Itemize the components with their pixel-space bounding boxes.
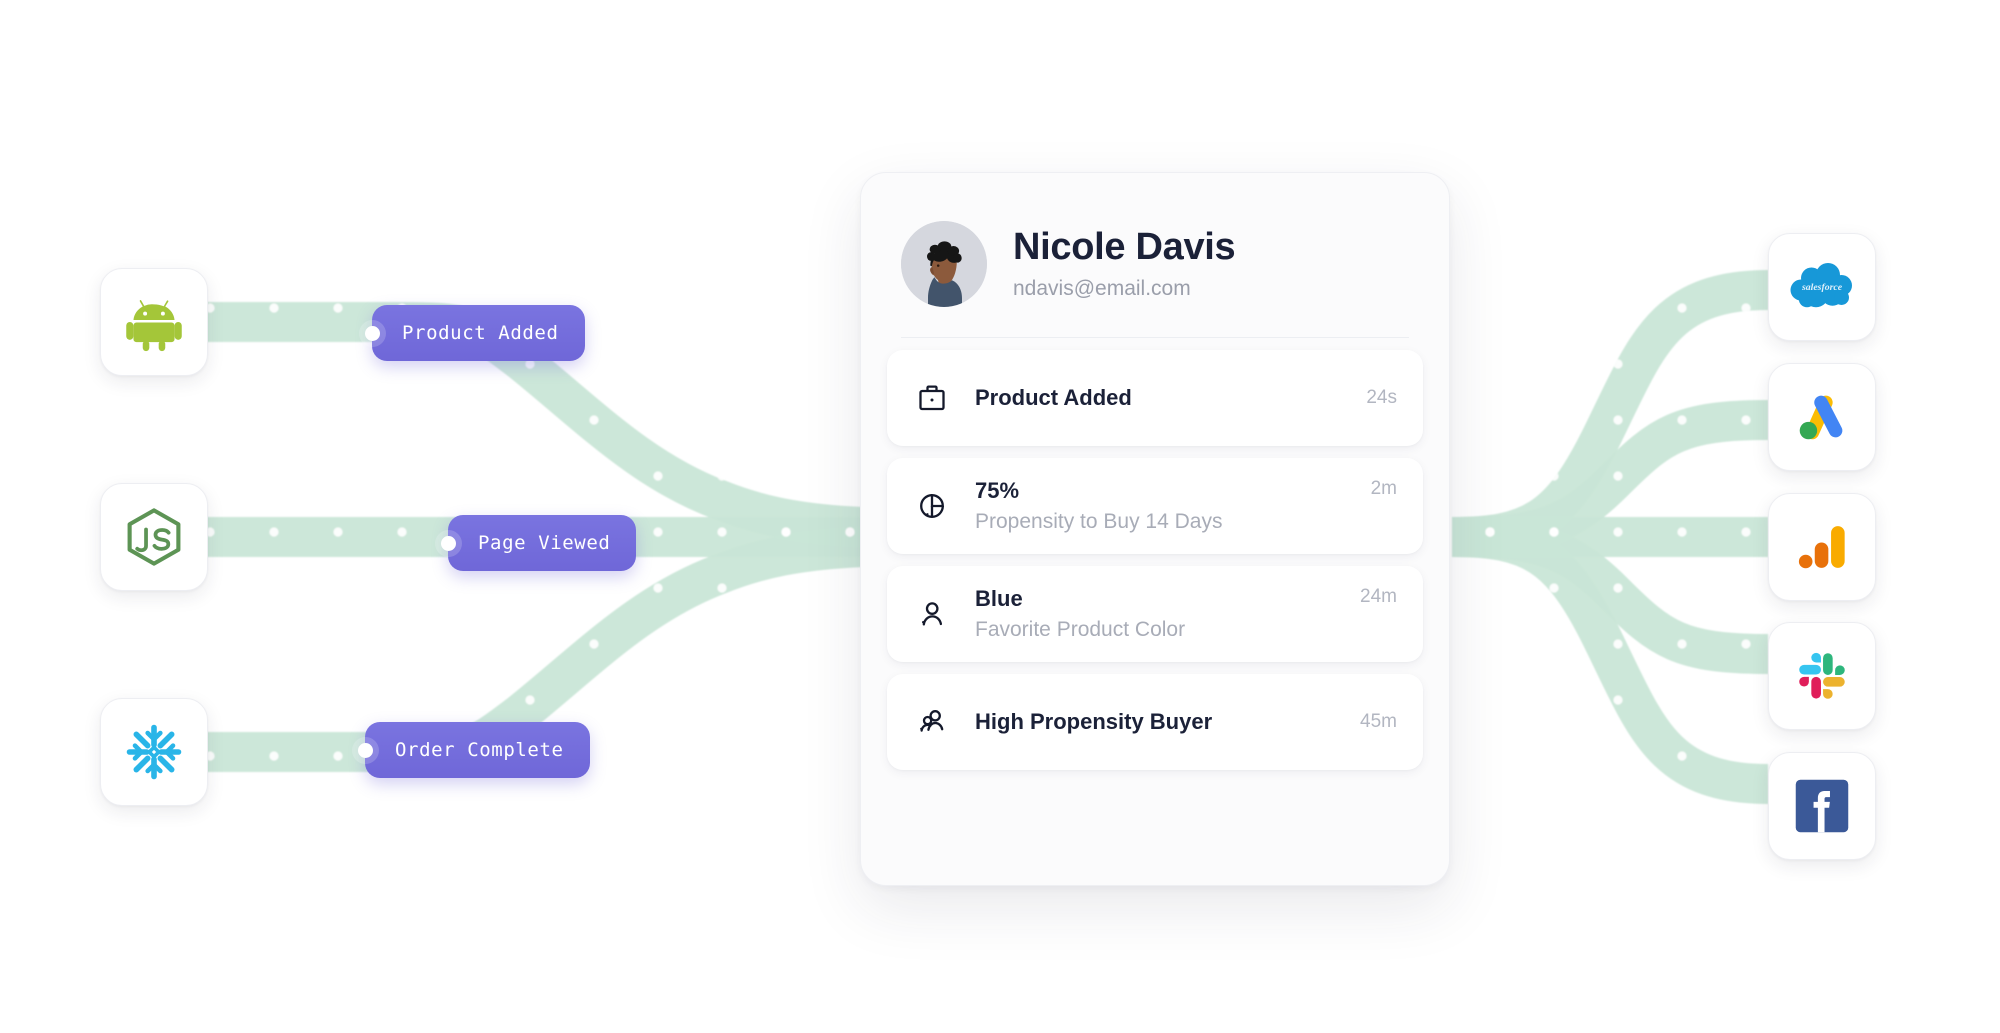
divider	[901, 337, 1409, 338]
slack-icon	[1794, 648, 1850, 704]
trait-title: 75%	[975, 478, 1020, 504]
people-icon	[915, 705, 949, 739]
trait-subtitle: Propensity to Buy 14 Days	[975, 509, 1223, 533]
profile-email: ndavis@email.com	[1013, 277, 1191, 301]
event-pill-label: Order Complete	[395, 739, 564, 761]
source-tile-snowflake[interactable]	[100, 698, 208, 806]
avatar-illustration	[901, 221, 987, 307]
flow-diagram-canvas: Product Added Page Viewed Order Complete	[0, 0, 2000, 1033]
trait-title: Product Added	[975, 385, 1132, 411]
event-pill-label: Product Added	[402, 322, 559, 344]
destination-tile-salesforce[interactable]: salesforce	[1768, 233, 1876, 341]
android-icon	[124, 292, 184, 352]
user-profile-card: Nicole Davis ndavis@email.com Product Ad…	[860, 172, 1450, 886]
profile-header-text: Nicole Davis ndavis@email.com	[1013, 225, 1236, 301]
event-pill-order-complete[interactable]: Order Complete	[358, 722, 590, 778]
trait-row-high-propensity-buyer[interactable]: High Propensity Buyer 45m	[887, 674, 1423, 770]
trait-body: High Propensity Buyer	[975, 708, 1360, 736]
destination-tile-google-ads[interactable]	[1768, 363, 1876, 471]
page-title: Nicole Davis	[1013, 225, 1236, 268]
briefcase-icon	[915, 381, 949, 415]
google-analytics-icon	[1793, 518, 1851, 576]
person-icon	[915, 597, 949, 631]
event-pill-label: Page Viewed	[478, 532, 611, 554]
trait-timestamp: 2m	[1370, 478, 1397, 499]
destination-tile-facebook[interactable]	[1768, 752, 1876, 860]
salesforce-icon: salesforce	[1786, 260, 1858, 314]
event-dot-icon	[441, 535, 456, 551]
destination-tile-google-analytics[interactable]	[1768, 493, 1876, 601]
trait-body: Blue Favorite Product Color	[975, 585, 1360, 643]
google-ads-icon	[1791, 386, 1853, 448]
trait-body: 75% Propensity to Buy 14 Days	[975, 477, 1371, 535]
avatar	[901, 221, 987, 307]
trait-subtitle: Favorite Product Color	[975, 617, 1186, 641]
source-tile-nodejs[interactable]	[100, 483, 208, 591]
event-dot-icon	[365, 325, 380, 341]
event-dot-icon	[358, 742, 373, 758]
trait-timestamp: 45m	[1360, 711, 1397, 732]
event-pill-product-added[interactable]: Product Added	[365, 305, 585, 361]
trait-row-propensity[interactable]: 75% Propensity to Buy 14 Days 2m	[887, 458, 1423, 554]
facebook-icon	[1792, 776, 1852, 836]
source-tile-android[interactable]	[100, 268, 208, 376]
trait-timestamp: 24m	[1360, 586, 1397, 607]
snowflake-icon	[125, 723, 183, 781]
trait-title: Blue	[975, 586, 1023, 612]
destination-tile-slack[interactable]	[1768, 622, 1876, 730]
profile-header: Nicole Davis ndavis@email.com	[887, 203, 1423, 321]
pie-chart-icon	[915, 489, 949, 523]
trait-row-favorite-color[interactable]: Blue Favorite Product Color 24m	[887, 566, 1423, 662]
trait-body: Product Added	[975, 384, 1366, 412]
trait-row-product-added[interactable]: Product Added 24s	[887, 350, 1423, 446]
svg-text:salesforce: salesforce	[1801, 282, 1843, 293]
trait-title: High Propensity Buyer	[975, 709, 1213, 735]
event-pill-page-viewed[interactable]: Page Viewed	[441, 515, 637, 571]
nodejs-icon	[124, 507, 184, 567]
trait-timestamp: 24s	[1366, 387, 1397, 408]
